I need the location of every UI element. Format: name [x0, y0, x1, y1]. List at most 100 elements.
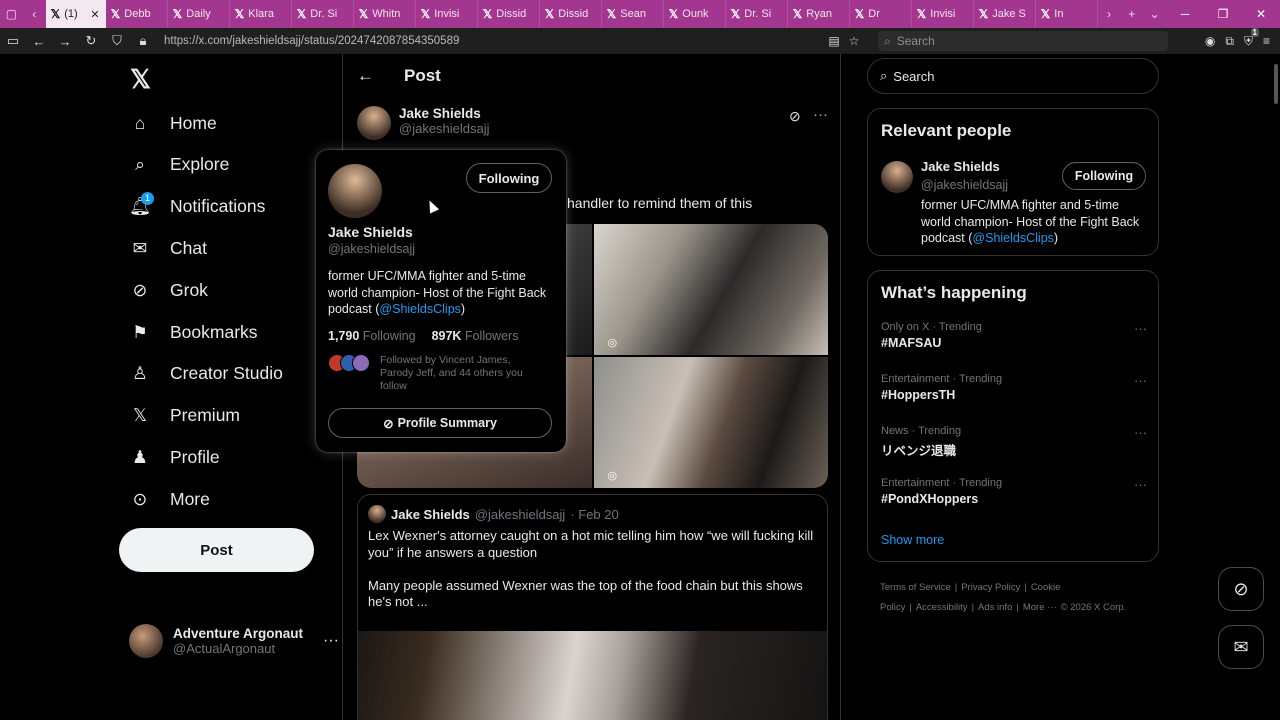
- browser-tab[interactable]: 𝕏 Dr: [850, 0, 912, 28]
- grok-fab-icon[interactable]: ⊘: [1218, 567, 1264, 611]
- footer-link[interactable]: © 2026 X Corp.: [1061, 602, 1127, 613]
- following-button[interactable]: Following: [466, 163, 552, 193]
- hover-card-handle[interactable]: @jakeshieldsajj: [328, 242, 415, 256]
- followed-by[interactable]: Followed by Vincent James, Parody Jeff, …: [328, 354, 540, 393]
- forward-icon[interactable]: →: [52, 34, 78, 49]
- author-avatar[interactable]: [357, 106, 391, 140]
- browser-tab[interactable]: 𝕏 Ounk: [664, 0, 726, 28]
- extensions-icon[interactable]: ⧉: [1225, 34, 1234, 49]
- grok-explain-icon[interactable]: ⊘: [789, 108, 801, 125]
- footer-link[interactable]: More ···: [1023, 602, 1057, 613]
- post-more-icon[interactable]: ···: [813, 106, 828, 123]
- relevant-person-handle[interactable]: @jakeshieldsajj: [921, 178, 1008, 192]
- quoted-post[interactable]: Jake Shields @jakeshieldsajj · Feb 20 Le…: [357, 494, 828, 720]
- browser-tab[interactable]: 𝕏 Dr. Si: [726, 0, 788, 28]
- account-icon[interactable]: ◉: [1205, 34, 1215, 49]
- account-switcher[interactable]: Adventure Argonaut @ActualArgonaut ···: [129, 624, 339, 658]
- profile-summary-button[interactable]: ⊘ Profile Summary: [328, 408, 552, 438]
- browser-tab[interactable]: 𝕏 Dissid: [478, 0, 540, 28]
- bookmark-star-icon[interactable]: ☆: [844, 34, 864, 48]
- hover-card-name[interactable]: Jake Shields: [328, 224, 413, 240]
- minimize-icon[interactable]: ─: [1166, 7, 1204, 21]
- tab-scroll-left-icon[interactable]: ‹: [23, 0, 46, 28]
- tab-scroll-right-icon[interactable]: ›: [1098, 0, 1121, 28]
- sidebar-item-creator-studio[interactable]: ♙ Creator Studio: [128, 354, 283, 394]
- sidebar-item-grok[interactable]: ⊘ Grok: [128, 270, 208, 310]
- browser-tab[interactable]: 𝕏 Sean: [602, 0, 664, 28]
- following-count-link[interactable]: 1,790 Following: [328, 329, 416, 343]
- grok-icon: ⊘: [132, 279, 148, 300]
- sidebar-item-notifications[interactable]: 🔔︎ 1 Notifications: [128, 187, 265, 227]
- browser-tab[interactable]: 𝕏 Klara: [230, 0, 292, 28]
- author-handle[interactable]: @jakeshieldsajj: [399, 121, 490, 136]
- messages-fab-icon[interactable]: ✉: [1218, 625, 1264, 669]
- hover-card-avatar[interactable]: [328, 164, 382, 218]
- restore-icon[interactable]: ❐: [1204, 7, 1242, 21]
- browser-tab[interactable]: 𝕏 In: [1036, 0, 1098, 28]
- post-button[interactable]: Post: [119, 528, 314, 572]
- relevant-following-button[interactable]: Following: [1062, 162, 1146, 190]
- sidebar-item-profile[interactable]: ♟ Profile: [128, 437, 219, 477]
- scrollbar[interactable]: [1274, 64, 1278, 104]
- browser-tab[interactable]: 𝕏 Invisi: [912, 0, 974, 28]
- sidebar-toggle-icon[interactable]: ▭: [0, 33, 26, 49]
- browser-tab[interactable]: 𝕏 Invisi: [416, 0, 478, 28]
- quote-media-image[interactable]: [358, 631, 827, 720]
- shield-icon[interactable]: ⛉: [104, 33, 130, 49]
- media-image[interactable]: ◎: [593, 224, 828, 355]
- sidebar-item-premium[interactable]: 𝕏 Premium: [128, 396, 240, 436]
- followers-count-link[interactable]: 897K Followers: [432, 329, 519, 343]
- trend-item[interactable]: Entertainment · Trending #HoppersTH ···: [881, 373, 1147, 402]
- author-name[interactable]: Jake Shields: [399, 106, 490, 121]
- sidebar-item-home[interactable]: ⌂ Home: [128, 103, 217, 143]
- sidebar-item-chat[interactable]: ✉ Chat: [128, 228, 207, 268]
- bio-link[interactable]: @ShieldsClips: [379, 302, 460, 316]
- trend-more-icon[interactable]: ···: [1134, 321, 1147, 336]
- sidebar-item-more[interactable]: ⊙ More: [128, 479, 210, 519]
- browser-tab[interactable]: 𝕏 (1) ✕: [45, 0, 106, 28]
- trend-more-icon[interactable]: ···: [1134, 373, 1147, 388]
- back-icon[interactable]: ←: [26, 34, 52, 49]
- browser-tab[interactable]: 𝕏 Ryan: [788, 0, 850, 28]
- menu-icon[interactable]: ≡: [1263, 34, 1270, 49]
- trend-more-icon[interactable]: ···: [1134, 477, 1147, 492]
- footer-link[interactable]: Terms of Service: [880, 582, 951, 593]
- relevant-person-avatar[interactable]: [881, 161, 913, 193]
- post-author[interactable]: Jake Shields @jakeshieldsajj: [357, 106, 490, 140]
- back-arrow-icon[interactable]: ←: [357, 66, 374, 86]
- ublock-icon[interactable]: ⛨ 1: [1244, 27, 1259, 49]
- browser-tab[interactable]: 𝕏 Dissid: [540, 0, 602, 28]
- tab-overview-icon[interactable]: ▢: [0, 0, 23, 28]
- reload-icon[interactable]: ↻: [78, 33, 104, 49]
- browser-search-field[interactable]: ⌕ Search: [878, 31, 1168, 51]
- relevant-person-name[interactable]: Jake Shields: [921, 159, 1000, 174]
- footer-link[interactable]: Accessibility: [916, 602, 968, 613]
- bio-link[interactable]: @ShieldsClips: [972, 231, 1053, 245]
- trend-item[interactable]: News · Trending リベンジ退職 ···: [881, 425, 1147, 459]
- reader-mode-icon[interactable]: ▤: [824, 34, 844, 48]
- trend-context: Entertainment · Trending: [881, 477, 1003, 489]
- tab-close-icon[interactable]: ✕: [90, 8, 99, 21]
- sidebar-item-explore[interactable]: ⌕ Explore: [128, 145, 229, 185]
- footer-link[interactable]: Privacy Policy: [961, 582, 1020, 593]
- browser-tab[interactable]: 𝕏 Jake S: [974, 0, 1036, 28]
- tab-list-icon[interactable]: ⌄: [1143, 0, 1166, 28]
- x-logo-icon[interactable]: 𝕏: [130, 64, 151, 95]
- new-tab-icon[interactable]: +: [1120, 0, 1143, 28]
- bio-text-end: ): [460, 302, 466, 316]
- sidebar-item-bookmarks[interactable]: ⚑ Bookmarks: [128, 312, 257, 352]
- show-more-link[interactable]: Show more: [881, 533, 944, 547]
- trend-item[interactable]: Only on X · Trending #MAFSAU ···: [881, 321, 1147, 350]
- more-dots-icon[interactable]: ···: [323, 632, 339, 650]
- browser-tab[interactable]: 𝕏 Daily: [168, 0, 230, 28]
- url-field[interactable]: https://x.com/jakeshieldsajj/status/2024…: [164, 35, 824, 47]
- window-close-icon[interactable]: ✕: [1242, 7, 1280, 21]
- trend-item[interactable]: Entertainment · Trending #PondXHoppers ···: [881, 477, 1147, 506]
- media-image[interactable]: ◎: [593, 357, 828, 488]
- browser-tab[interactable]: 𝕏 Whitn: [354, 0, 416, 28]
- trend-more-icon[interactable]: ···: [1134, 425, 1147, 440]
- browser-tab[interactable]: 𝕏 Debb: [106, 0, 168, 28]
- search-input[interactable]: ⌕ Search: [867, 58, 1159, 94]
- browser-tab[interactable]: 𝕏 Dr. Si: [292, 0, 354, 28]
- footer-link[interactable]: Ads info: [978, 602, 1012, 613]
